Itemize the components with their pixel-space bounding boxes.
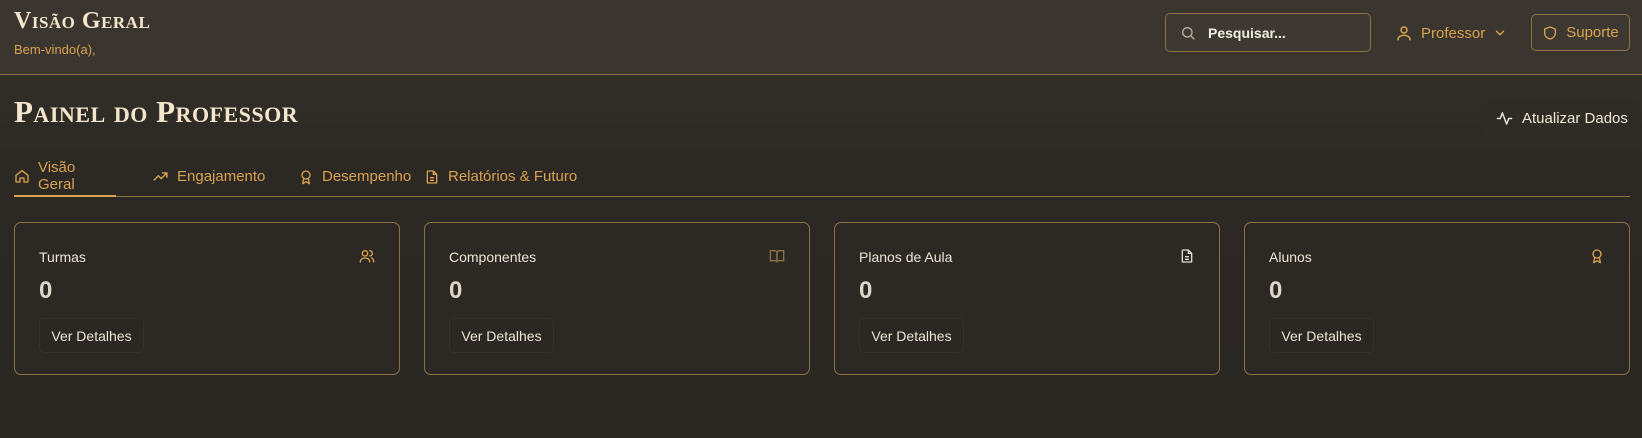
activity-icon <box>1496 111 1513 125</box>
award-icon <box>301 169 311 184</box>
card-value: 0 <box>39 277 53 304</box>
card-value: 0 <box>859 277 873 304</box>
header-title: Visão Geral <box>14 8 151 34</box>
tab-label: Visão Geral <box>37 158 76 193</box>
view-details-button[interactable]: Ver Detalhes <box>1269 318 1374 353</box>
view-details-button[interactable]: Ver Detalhes <box>39 318 144 353</box>
support-button[interactable]: Suporte <box>1531 14 1630 51</box>
search-icon <box>1182 26 1195 40</box>
tab-label: Engajamento <box>177 168 266 185</box>
tab-bar: Visão Geral Engajamento Desempenho Relat… <box>14 159 1630 197</box>
card-lesson-plans: Planos de Aula 0 Ver Detalhes <box>834 222 1220 375</box>
view-details-button[interactable]: Ver Detalhes <box>449 318 554 353</box>
card-label: Componentes <box>449 249 537 265</box>
card-label: Turmas <box>39 249 86 265</box>
welcome-text: Bem-vindo(a), <box>14 42 96 57</box>
refresh-data-button[interactable]: Atualizar Dados <box>1484 100 1640 136</box>
chevron-down-icon <box>1495 30 1505 36</box>
user-icon <box>1397 26 1411 41</box>
award-icon <box>1592 249 1602 264</box>
card-value: 0 <box>1269 277 1283 304</box>
trending-up-icon <box>153 172 168 181</box>
user-menu-label: Professor <box>1421 24 1486 42</box>
book-open-icon <box>769 250 785 263</box>
page-title: Painel do Professor <box>14 94 299 129</box>
user-menu[interactable]: Professor <box>1395 22 1507 44</box>
tab-label: Desempenho <box>322 168 412 185</box>
card-value: 0 <box>449 277 463 304</box>
card-label: Planos de Aula <box>859 249 953 265</box>
card-components: Componentes 0 Ver Detalhes <box>424 222 810 375</box>
search-box[interactable] <box>1165 13 1371 52</box>
home-icon <box>15 169 29 183</box>
search-input[interactable] <box>1206 23 1350 42</box>
support-button-label: Suporte <box>1566 24 1619 41</box>
card-classes: Turmas 0 Ver Detalhes <box>14 222 400 375</box>
file-text-icon <box>426 169 438 184</box>
view-details-button[interactable]: Ver Detalhes <box>859 318 964 353</box>
tab-overview[interactable]: Visão Geral <box>14 159 116 197</box>
tab-engagement[interactable]: Engajamento <box>152 164 265 197</box>
refresh-data-label: Atualizar Dados <box>1522 109 1628 127</box>
top-bar: Visão Geral Bem-vindo(a), Professor Supo… <box>0 0 1642 75</box>
tab-label: Relatórios & Futuro <box>448 168 578 185</box>
shield-icon <box>1544 25 1557 40</box>
tab-performance[interactable]: Desempenho <box>298 164 411 197</box>
card-students: Alunos 0 Ver Detalhes <box>1244 222 1630 375</box>
users-icon <box>359 250 375 263</box>
card-label: Alunos <box>1269 249 1312 265</box>
file-text-icon <box>1181 249 1193 263</box>
tab-reports[interactable]: Relatórios & Futuro <box>424 164 577 197</box>
